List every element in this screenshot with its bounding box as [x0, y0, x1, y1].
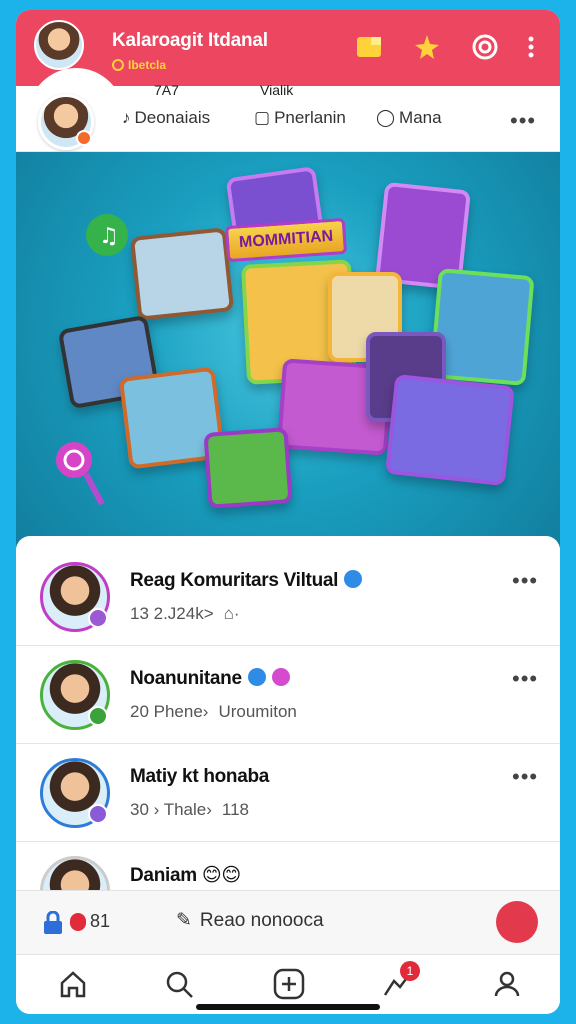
camera-icon[interactable] — [470, 32, 500, 62]
composer-placeholder: Reao nonooca — [199, 909, 324, 931]
heart-badge-icon — [271, 668, 290, 686]
stat-b: Vialik — [260, 82, 294, 98]
item-meta: 20 Phene› Uroumiton — [130, 702, 297, 722]
item-meta: 30 › Thale› 118 — [130, 800, 249, 820]
composer-bar: 81 ✎ Reao nonooca — [16, 890, 560, 954]
item-meta: 13 2.J24k> ⌂· — [130, 604, 240, 624]
item-name: Noanunitane — [130, 668, 290, 690]
more-options-button[interactable]: ••• — [510, 108, 536, 134]
community-list: Reag Komuritars Viltual 13 2.J24k> ⌂· ••… — [16, 536, 560, 926]
list-item[interactable]: Matiy kt honaba 30 › Thale› 118 ••• — [16, 744, 560, 842]
badge-icon — [88, 804, 108, 824]
community-banner[interactable]: MOMMITIAN ♫ — [16, 152, 560, 548]
verified-icon — [344, 570, 363, 588]
row-more-button[interactable]: ••• — [512, 764, 538, 790]
create-post-icon[interactable] — [272, 967, 306, 1001]
status-icon — [112, 59, 124, 71]
badge-icon — [88, 706, 108, 726]
music-bubble-icon: ♫ — [86, 214, 128, 256]
meta-secondary: 118 — [221, 800, 250, 819]
emoji-badge: 😊😊 — [201, 865, 241, 886]
item-name-text: Reag Komuritars Viltual — [130, 570, 339, 591]
item-name: Matiy kt honaba — [130, 766, 270, 787]
pen-icon: ✎ — [176, 910, 192, 931]
profile-icon[interactable] — [490, 967, 524, 1001]
row-more-button[interactable]: ••• — [512, 568, 538, 594]
list-item[interactable]: Reag Komuritars Viltual 13 2.J24k> ⌂· ••… — [16, 548, 560, 646]
verified-icon — [247, 668, 266, 686]
action-label: Pnerlanin — [274, 108, 346, 127]
search-icon[interactable] — [162, 967, 196, 1001]
app-subtitle-text: Ibetcla — [128, 58, 167, 72]
badge-icon — [88, 608, 108, 628]
chat-bubble-icon: ▢ — [254, 108, 271, 127]
kebab-icon[interactable] — [516, 32, 546, 62]
home-indicator — [196, 1004, 380, 1010]
row-more-button[interactable]: ••• — [512, 666, 538, 692]
app-title: Kalaroagit Itdanal — [112, 30, 268, 51]
banner-card — [385, 374, 515, 486]
profile-badge-icon — [76, 130, 92, 146]
meta-count: 30 › Thale› — [130, 800, 212, 819]
action-deonaiais[interactable]: ♪ Deonaiais — [122, 108, 210, 128]
action-mana[interactable]: ◯ Mana — [376, 108, 442, 128]
lock-icon — [44, 911, 62, 934]
item-name: Daniam 😊😊 — [130, 864, 241, 887]
app-window: Kalaroagit Itdanal Ibetcla 7A7 Vialik ♪ … — [16, 10, 560, 1014]
list-item[interactable]: Noanunitane 20 Phene› Uroumiton ••• — [16, 646, 560, 744]
item-name-text: Daniam — [130, 865, 197, 886]
folder-icon[interactable] — [354, 32, 384, 62]
meta-count: 20 Phene› — [130, 702, 209, 721]
user-avatar-button[interactable] — [496, 901, 538, 943]
banner-card — [203, 427, 293, 509]
home-icon[interactable] — [56, 967, 90, 1001]
stat-a: 7A7 — [154, 82, 179, 98]
composer-badge-count: 81 — [90, 911, 111, 931]
app-subtitle: Ibetcla — [112, 58, 166, 72]
banner-sign: MOMMITIAN — [224, 217, 348, 263]
comment-icon: ◯ — [376, 108, 396, 127]
meta-count: 13 2.J24k> — [130, 604, 214, 623]
item-name: Reag Komuritars Viltual — [130, 570, 363, 592]
action-pnerlanin[interactable]: ▢ Pnerlanin — [254, 108, 346, 128]
user-avatar[interactable] — [34, 20, 84, 70]
banner-card — [129, 227, 235, 321]
sparkle-icon[interactable] — [412, 32, 442, 62]
meta-secondary: ⌂· — [223, 604, 240, 623]
alert-badge-icon — [70, 913, 86, 931]
meta-secondary: Uroumiton — [218, 702, 297, 721]
lollipop-icon — [56, 442, 105, 506]
item-name-text: Noanunitane — [130, 668, 242, 689]
notification-badge: 1 — [400, 961, 420, 981]
action-label: Deonaiais — [134, 108, 211, 127]
svg-text:♫: ♫ — [99, 224, 119, 249]
action-label: Mana — [399, 108, 442, 127]
composer-input[interactable]: ✎ Reao nonooca — [176, 909, 324, 932]
bottom-tab-bar: 1 — [16, 954, 560, 1014]
music-note-icon: ♪ — [122, 108, 131, 127]
